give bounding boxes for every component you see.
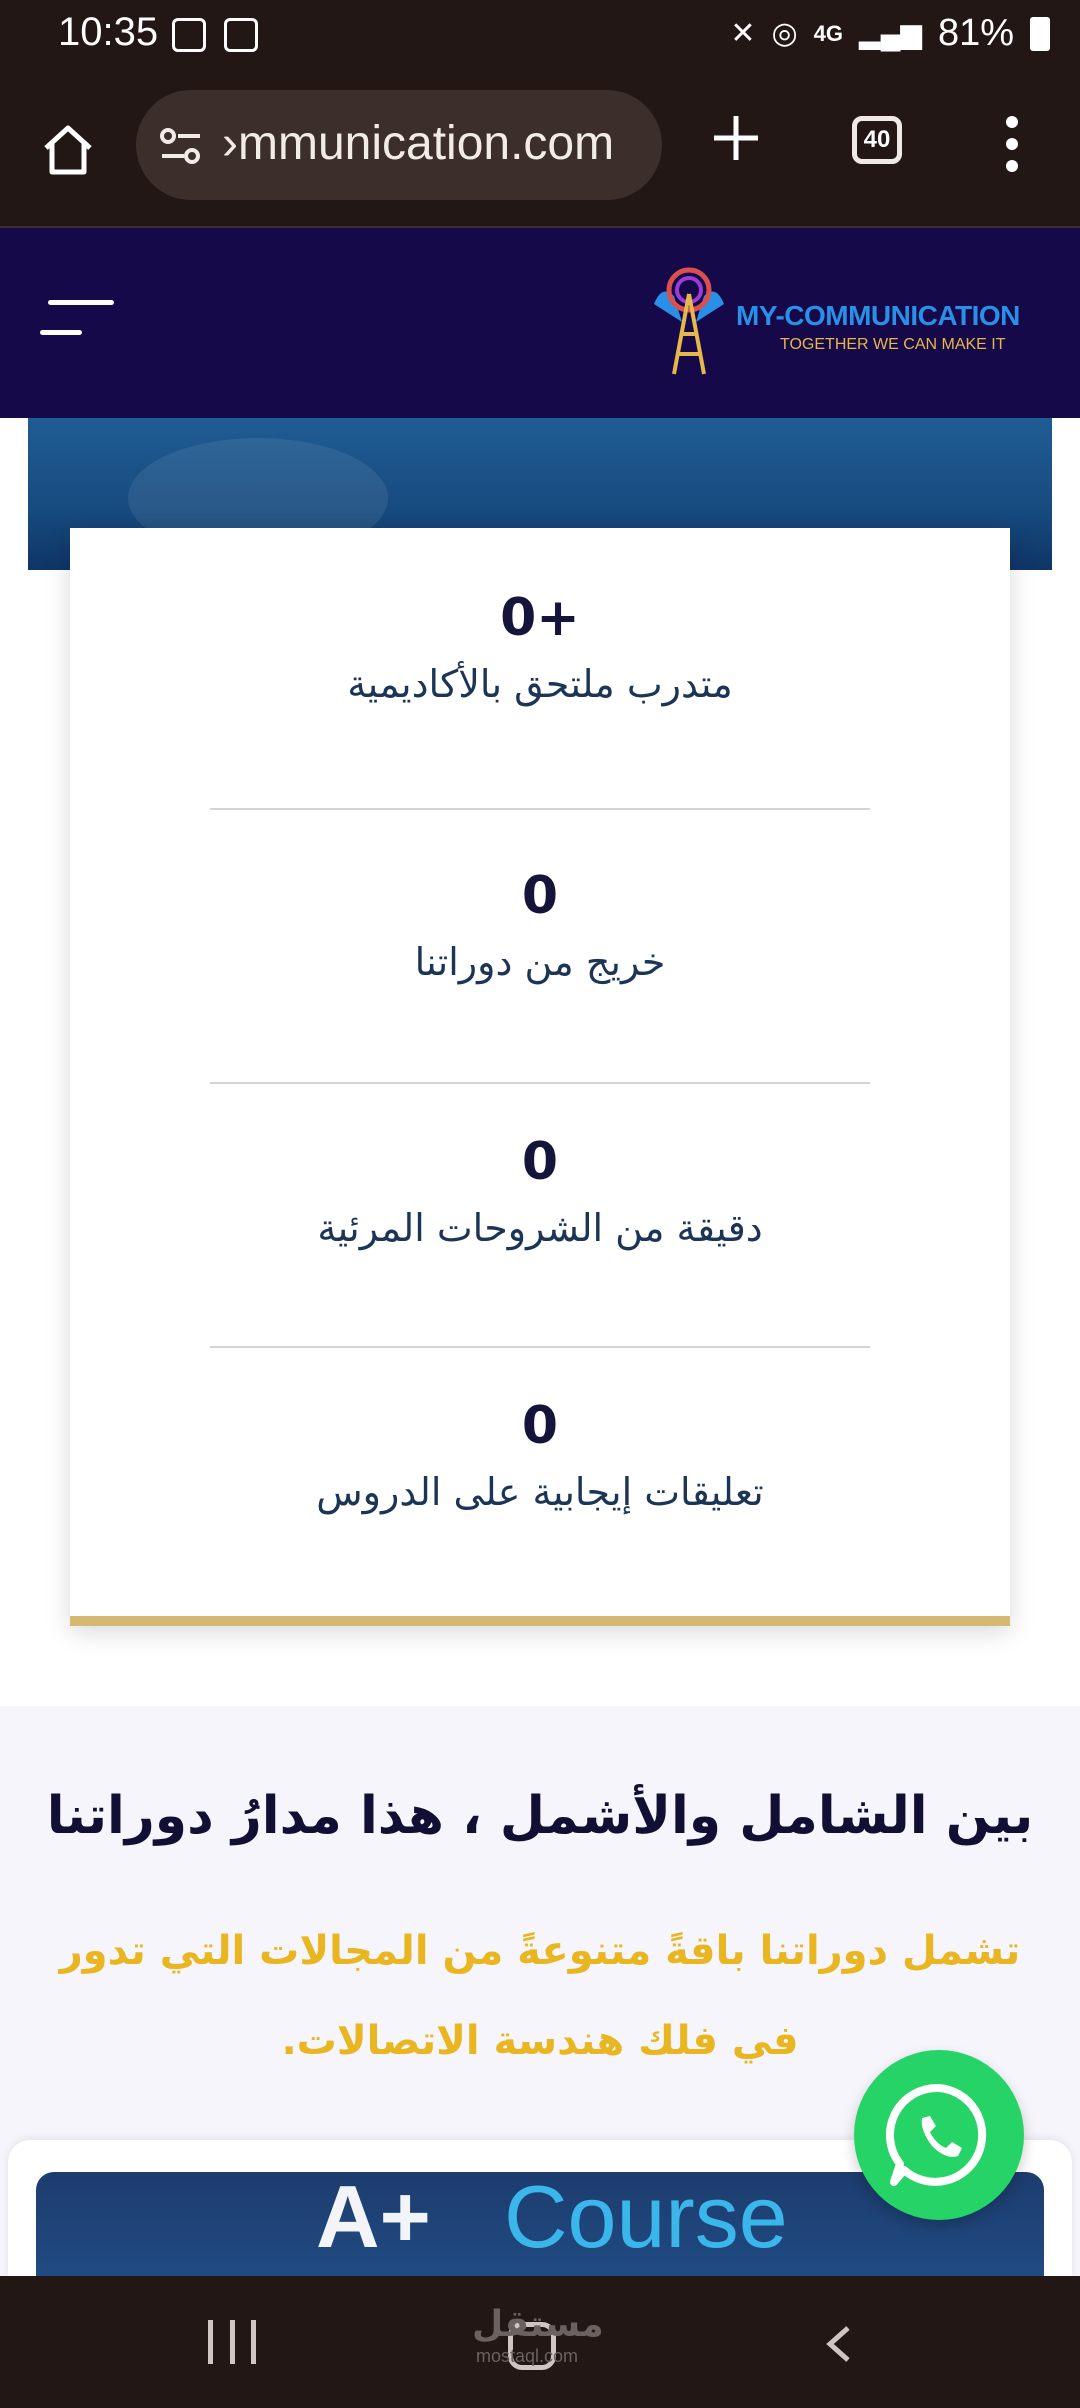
status-bar: 10:35 ✕ ◎ 4G ▂▄▆ 81% — [0, 0, 1080, 72]
stat-number: 0 — [521, 1132, 559, 1192]
tower-logo-icon — [654, 267, 724, 375]
whatsapp-icon — [886, 2083, 987, 2186]
home-icon[interactable] — [40, 122, 96, 178]
stat-minutes: 0 دقيقة من الشروحات المرئية — [70, 1132, 1010, 1250]
gallery-notification-icon — [172, 18, 206, 52]
course-banner-aplus: A+ — [316, 2172, 431, 2266]
recent-apps-icon[interactable] — [208, 2320, 256, 2364]
section-title: بين الشامل والأشمل ، هذا مدارُ دوراتنا — [46, 1786, 1034, 1846]
divider — [210, 808, 870, 810]
browser-toolbar: ›mmunication.com 40 — [0, 72, 1080, 228]
battery-percent: 81% — [937, 12, 1014, 54]
stat-label: متدرب ملتحق بالأكاديمية — [347, 662, 733, 706]
whatsapp-button[interactable] — [854, 2050, 1024, 2220]
url-text: ›mmunication.com — [222, 117, 615, 170]
site-header: MY-COMMUNICATION TOGETHER WE CAN MAKE IT — [0, 228, 1080, 418]
course-banner-course: Course — [504, 2172, 788, 2266]
stat-trainees: 0+ متدرب ملتحق بالأكاديمية — [70, 588, 1010, 706]
stat-number: 0 — [521, 866, 559, 926]
battery-icon — [1030, 16, 1050, 51]
divider — [210, 1346, 870, 1348]
system-nav-bar: مستقل mostaql.com — [0, 2276, 1080, 2408]
site-settings-icon[interactable] — [158, 126, 204, 166]
stat-label: خريج من دوراتنا — [414, 940, 666, 984]
brand-tagline: TOGETHER WE CAN MAKE IT — [780, 336, 1006, 353]
hamburger-menu-icon[interactable] — [40, 298, 114, 338]
signal-icon: ▂▄▆ — [859, 18, 922, 49]
stat-label: دقيقة من الشروحات المرئية — [317, 1206, 763, 1250]
watermark-logo: مستقل — [472, 2304, 604, 2345]
divider — [210, 1082, 870, 1084]
back-icon[interactable] — [822, 2324, 856, 2364]
stat-graduates: 0 خريج من دوراتنا — [70, 866, 1010, 984]
brand-name: MY-COMMUNICATION — [736, 300, 1020, 331]
new-tab-icon[interactable] — [710, 112, 762, 164]
tab-switcher-button[interactable]: 40 — [852, 116, 902, 164]
network-type: 4G — [813, 20, 844, 46]
stat-number: 0+ — [500, 588, 580, 648]
stat-label: تعليقات إيجابية على الدروس — [316, 1470, 764, 1514]
voicemail-notification-icon — [224, 18, 258, 52]
status-time: 10:35 — [58, 10, 159, 54]
stat-number: 0 — [521, 1396, 559, 1456]
site-logo[interactable]: MY-COMMUNICATION TOGETHER WE CAN MAKE IT — [644, 264, 1044, 380]
overflow-menu-icon[interactable] — [1000, 116, 1024, 172]
watermark-url: mostaql.com — [476, 2346, 579, 2366]
address-bar[interactable]: ›mmunication.com — [136, 90, 662, 200]
mute-icon: ✕ — [730, 17, 756, 50]
stats-card: 0+ متدرب ملتحق بالأكاديمية 0 خريج من دور… — [70, 528, 1010, 1626]
hotspot-icon: ◎ — [771, 17, 798, 50]
stat-reviews: 0 تعليقات إيجابية على الدروس — [70, 1396, 1010, 1514]
